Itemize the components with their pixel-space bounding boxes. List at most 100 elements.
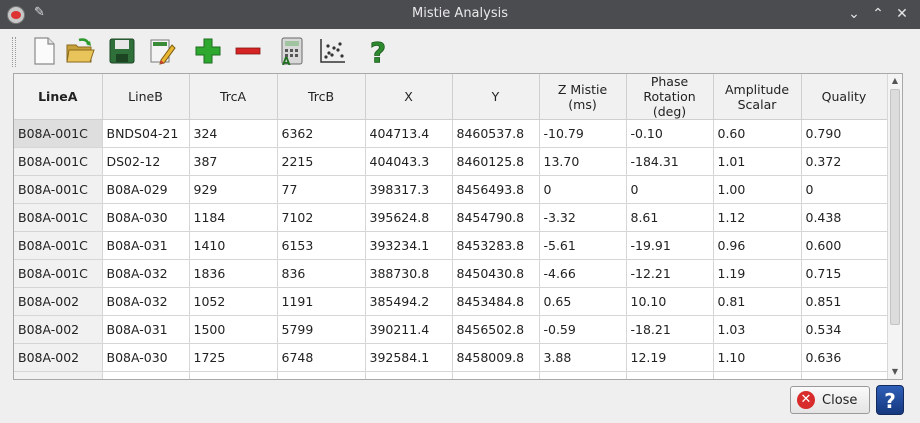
table-cell[interactable]: 0.636 [801, 343, 888, 372]
table-cell[interactable]: -12.21 [626, 259, 714, 288]
table-cell[interactable]: 0.438 [801, 203, 888, 232]
table-cell[interactable]: 388730.8 [365, 259, 453, 288]
table-cell[interactable]: 1.01 [713, 147, 802, 176]
table-row[interactable]: B08A-002 B08A-031 1500 5799 390211.4 8456502.… [14, 315, 888, 344]
table-cell[interactable]: 0.851 [801, 287, 888, 316]
table-cell[interactable]: 393234.1 [365, 231, 453, 260]
save-button[interactable] [106, 35, 138, 67]
table-cell[interactable]: 1410 [189, 231, 278, 260]
table-cell[interactable]: 0.600 [801, 231, 888, 260]
table-cell[interactable]: 398317.3 [365, 175, 453, 204]
calculate-button[interactable]: A [276, 35, 308, 67]
table-row[interactable]: B08A-001C B08A-032 1836 836 388730.8 8450430.… [14, 259, 888, 288]
table-cell[interactable]: 0.60 [713, 119, 802, 148]
column-header[interactable]: X [365, 74, 453, 120]
table-cell[interactable]: DS02-12 [102, 147, 190, 176]
table-cell[interactable]: 387 [189, 147, 278, 176]
table-cell[interactable]: 395624.8 [365, 203, 453, 232]
crossplot-button[interactable] [316, 35, 348, 67]
table-cell[interactable]: 8453484.8 [452, 287, 540, 316]
table-cell[interactable]: 1.12 [713, 203, 802, 232]
table-cell[interactable]: 13.70 [539, 147, 627, 176]
table-cell[interactable]: 77 [277, 175, 366, 204]
table-cell[interactable]: 404713.4 [365, 119, 453, 148]
table-cell[interactable]: -184.31 [626, 147, 714, 176]
table-cell[interactable]: 324 [189, 119, 278, 148]
table-row[interactable]: B08A-002 B08A-032 1052 1191 385494.2 8453484.… [14, 287, 888, 316]
column-header[interactable]: LineA [14, 74, 103, 120]
table-cell[interactable]: 3.88 [539, 343, 627, 372]
table-cell[interactable]: 8459745.8 [452, 371, 540, 379]
table-cell[interactable]: 390211.4 [365, 315, 453, 344]
scroll-down-icon[interactable]: ▼ [888, 365, 902, 379]
table-cell[interactable]: B08A-030 [102, 343, 190, 372]
table-row[interactable]: B08A-002 B08A-030 1725 6748 392584.1 8458009.… [14, 343, 888, 372]
table-cell[interactable]: -0.59 [539, 315, 627, 344]
table-cell[interactable]: 5.43 [539, 371, 627, 379]
table-cell[interactable]: 404043.3 [365, 147, 453, 176]
table-cell[interactable]: B08A-032 [102, 259, 190, 288]
column-header[interactable]: Y [452, 74, 540, 120]
row-header-cell[interactable]: B08A-001C [14, 203, 103, 232]
row-header-cell[interactable]: B08A-001C [14, 175, 103, 204]
table-cell[interactable]: 1191 [277, 287, 366, 316]
scrollbar-thumb[interactable] [890, 89, 900, 325]
column-header[interactable]: Phase Rotation (deg) [626, 74, 714, 120]
table-cell[interactable]: 2215 [277, 147, 366, 176]
table-cell[interactable]: 0.790 [801, 119, 888, 148]
table-cell[interactable]: B08A-029 [102, 175, 190, 204]
table-cell[interactable]: 836 [277, 259, 366, 288]
maximize-icon[interactable]: ⌃ [868, 4, 888, 24]
table-cell[interactable]: -4.66 [539, 259, 627, 288]
table-cell[interactable]: 6362 [277, 119, 366, 148]
table-cell[interactable]: B08A-029 [102, 371, 190, 379]
table-cell[interactable]: 0.96 [713, 231, 802, 260]
table-cell[interactable]: 0 [801, 175, 888, 204]
table-cell[interactable]: 0.771 [801, 371, 888, 379]
table-cell[interactable]: 5799 [277, 315, 366, 344]
table-cell[interactable]: 0.65 [539, 287, 627, 316]
table-cell[interactable]: 8456493.8 [452, 175, 540, 204]
table-cell[interactable]: 1500 [189, 315, 278, 344]
table-cell[interactable]: 435 [277, 371, 366, 379]
table-cell[interactable]: 8.61 [626, 203, 714, 232]
table-cell[interactable]: 0 [539, 175, 627, 204]
table-cell[interactable]: B08A-031 [102, 231, 190, 260]
table-cell[interactable]: 8454790.8 [452, 203, 540, 232]
row-header-cell[interactable]: B08A-002 [14, 343, 103, 372]
row-header-cell[interactable]: B08A-001C [14, 147, 103, 176]
column-header[interactable]: TrcB [277, 74, 366, 120]
table-row[interactable]: B08A-001C B08A-030 1184 7102 395624.8 8454790… [14, 203, 888, 232]
table-cell[interactable]: -10.79 [539, 119, 627, 148]
row-header-cell[interactable]: B08A-001C [14, 119, 103, 148]
table-cell[interactable]: 8460537.8 [452, 119, 540, 148]
row-header-cell[interactable]: B08A-002 [14, 287, 103, 316]
row-header-cell[interactable]: B08A-002 [14, 371, 103, 379]
table-row[interactable]: B08A-001C B08A-029 929 77 398317.3 8456493.8 0… [14, 175, 888, 204]
table-cell[interactable]: -3.32 [539, 203, 627, 232]
toolbar-grip[interactable] [12, 37, 16, 67]
close-button[interactable]: ✕ Close [790, 386, 870, 414]
row-header-cell[interactable]: B08A-002 [14, 315, 103, 344]
table-cell[interactable]: 392584.1 [365, 343, 453, 372]
table-cell[interactable]: 0 [626, 175, 714, 204]
add-button[interactable] [192, 35, 224, 67]
table-row[interactable]: B08A-001C B08A-031 1410 6153 393234.1 8453283… [14, 231, 888, 260]
table-cell[interactable]: 1.00 [713, 175, 802, 204]
minimize-icon[interactable]: ⌄ [844, 4, 864, 24]
edit-button[interactable] [146, 35, 178, 67]
table-cell[interactable]: 6748 [277, 343, 366, 372]
table-row[interactable]: B08A-001C DS02-12 387 2215 404043.3 8460125.8… [14, 147, 888, 176]
table-cell[interactable]: 0.534 [801, 315, 888, 344]
new-button[interactable] [28, 35, 60, 67]
table-cell[interactable]: 8456502.8 [452, 315, 540, 344]
table-cell[interactable]: 1.10 [713, 343, 802, 372]
remove-button[interactable] [232, 35, 264, 67]
table-cell[interactable]: 7102 [277, 203, 366, 232]
table-cell[interactable]: 1184 [189, 203, 278, 232]
table-cell[interactable]: 1.03 [713, 315, 802, 344]
table-cell[interactable]: 8460125.8 [452, 147, 540, 176]
table-cell[interactable]: -19.91 [626, 231, 714, 260]
scroll-up-icon[interactable]: ▲ [888, 74, 902, 88]
table-cell[interactable]: -0.10 [626, 119, 714, 148]
